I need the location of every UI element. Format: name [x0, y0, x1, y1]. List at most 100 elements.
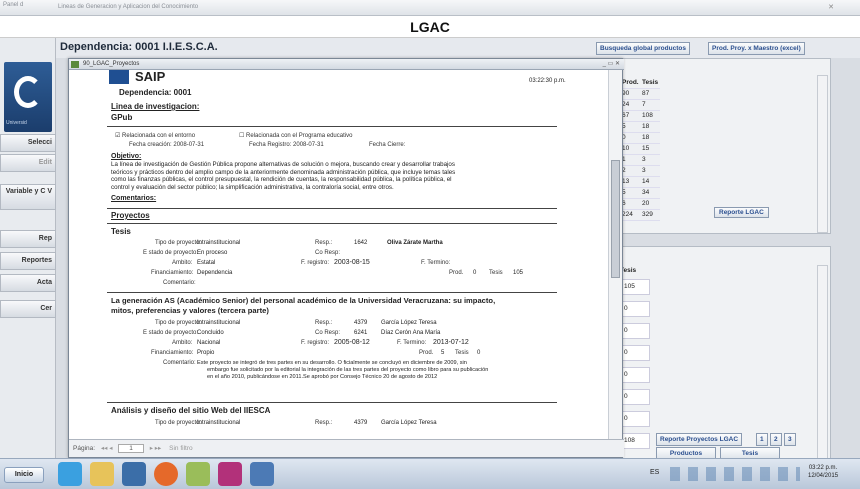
close-icon[interactable]: ✕ [828, 3, 834, 11]
tray-icons[interactable] [670, 467, 800, 481]
table-row[interactable]: 23 [620, 165, 660, 177]
nav-rep[interactable]: Rep [0, 230, 56, 248]
p2-prod: 5 [441, 350, 445, 356]
table-row[interactable]: 224 329 [620, 209, 660, 221]
nav-variables[interactable]: Variable y C V [0, 184, 56, 210]
taskbar: Inicio ES 03:22 p.m. 12/04/2015 [0, 458, 860, 489]
page-number-input[interactable]: 1 [118, 444, 144, 453]
tesis-value: 0 [620, 301, 650, 317]
report-nav-bar: Página: ◂◂ ◂ 1 ▸ ▸▸ Sin filtro [69, 439, 624, 457]
objetivo-line: teóricos y prácticos dentro del amplio c… [111, 168, 456, 176]
page-1-button[interactable]: 1 [756, 433, 768, 446]
chrome-icon[interactable] [154, 462, 178, 486]
table-row[interactable]: 13 [620, 154, 660, 166]
p1-tesis-label: Tesis [489, 270, 503, 276]
p2-tesis: 0 [477, 350, 481, 356]
p2-reg-label: F. registro: [301, 340, 330, 346]
nav-seleccion[interactable]: Selecci [0, 134, 56, 152]
nav-editar[interactable]: Edit [0, 154, 56, 172]
p2-title-line: mitos, preferencias y valores (tercera p… [111, 305, 269, 315]
table-cell: 90 [620, 88, 640, 100]
page-3-button[interactable]: 3 [784, 433, 796, 446]
table-row[interactable]: 10 15 [620, 143, 660, 155]
first-page-icon[interactable]: ◂◂ ◂ [101, 445, 113, 452]
p1-reg-label: F. registro: [301, 260, 330, 266]
p1-prod: 0 [473, 270, 477, 276]
chk-entorno: ☑ Relacionada con el entorno [115, 133, 196, 139]
p2-title-line: La generación AS (Académico Senior) del … [111, 296, 496, 305]
tesis-value: 0 [620, 389, 650, 405]
reporte-proyectos-button[interactable]: Reporte Proyectos LGAC [656, 433, 743, 446]
table-cell: 10 [620, 143, 640, 155]
network-icon[interactable] [186, 462, 210, 486]
window-icon[interactable] [250, 462, 274, 486]
table-row[interactable]: 0 18 [620, 132, 660, 144]
table-row[interactable]: 24 7 [620, 99, 660, 111]
report-scrollbar[interactable] [608, 70, 622, 441]
panel-tab[interactable]: Panel d [3, 2, 23, 8]
stats-scrollbar[interactable] [817, 75, 828, 233]
table-row[interactable]: 5 34 [620, 187, 660, 199]
tesis-value: 0 [620, 323, 650, 339]
report-window: 90_LGAC_Proyectos _ ▭ ✕ SAIP 03:22:30 p.m… [68, 58, 624, 458]
clock[interactable]: 03:22 p.m. 12/04/2015 [808, 464, 838, 480]
p1-term-label: F. Termino: [421, 260, 451, 266]
access-icon[interactable] [218, 462, 242, 486]
table-cell: 329 [640, 209, 660, 221]
page-2-button[interactable]: 2 [770, 433, 782, 446]
language-indicator[interactable]: ES [650, 469, 659, 476]
busqueda-global-button[interactable]: Busqueda global productos [596, 42, 690, 55]
nav-reportes[interactable]: Reportes [0, 252, 56, 270]
p2-resp-label: Resp.: [315, 320, 333, 326]
browser-icon[interactable] [58, 462, 82, 486]
chk-programa-label: Relacionada con el Programa educativo [246, 133, 353, 139]
scroll-thumb[interactable] [611, 160, 620, 278]
p2-com-line: Este proyecto se integró de tres partes … [197, 360, 467, 366]
filter-status[interactable]: Sin filtro [169, 445, 192, 452]
window-controls-icon[interactable]: _ ▭ ✕ [603, 59, 620, 70]
p1-estado: En proceso [197, 250, 228, 256]
clock-date: 12/04/2015 [808, 473, 839, 479]
table-row[interactable]: 5 18 [620, 121, 660, 133]
tesis-value: 0 [620, 411, 650, 427]
divider [107, 208, 557, 209]
folder-icon[interactable] [90, 462, 114, 486]
table-row[interactable]: 90 87 [620, 88, 660, 100]
p3-resp-num: 4379 [354, 420, 368, 426]
start-button[interactable]: Inicio [4, 467, 44, 483]
p1-title: Tesis [111, 227, 131, 236]
divider [107, 292, 557, 293]
table-cell: 3 [640, 165, 660, 177]
table-row[interactable]: 67 108 [620, 110, 660, 122]
table-cell: 67 [620, 110, 640, 122]
p1-resp-num: 1642 [354, 240, 368, 246]
left-nav: Universid Selecci Edit Variable y C V Re… [0, 38, 56, 458]
col-prod: Prod. [620, 77, 640, 89]
proyectos-scrollbar[interactable] [817, 265, 828, 459]
p2-tipo-label: Tipo de proyecto: [155, 320, 202, 326]
tesis-value: 108 [620, 433, 650, 449]
p2-resp-name: García López Teresa [381, 320, 437, 326]
table-row[interactable]: 6 20 [620, 198, 660, 210]
p1-resp-label: Resp.: [315, 240, 333, 246]
chk-programa: ☐ Relacionada con el Programa educativo [239, 133, 353, 139]
next-page-icon[interactable]: ▸ ▸▸ [150, 445, 162, 452]
p2-tipo: Intrainstitucional [197, 320, 241, 326]
p3-tipo-label: Tipo de proyecto: [155, 420, 202, 426]
nav-cer[interactable]: Cer [0, 300, 56, 318]
p1-com-label: Comentario: [163, 280, 196, 286]
table-cell: 34 [640, 187, 660, 199]
report-page: SAIP 03:22:30 p.m. Dependencia: 0001 Lin… [69, 70, 609, 441]
app-title: Lineas de Generacion y Aplicacion del Co… [58, 4, 199, 10]
objetivo-text: La línea de investigación de Gestión Púb… [111, 161, 455, 191]
reporte-lgac-button[interactable]: Reporte LGAC [714, 207, 769, 218]
prod-maestro-button[interactable]: Prod. Proy. x Maestro (excel) [708, 42, 805, 55]
p2-com-line: embargo fue solicitado por la editorial … [207, 367, 489, 373]
nav-acta[interactable]: Acta [0, 274, 56, 292]
media-icon[interactable] [122, 462, 146, 486]
linea-value: GPub [111, 113, 133, 122]
table-cell: 7 [640, 99, 660, 111]
table-row[interactable]: 13 14 [620, 176, 660, 188]
p3-resp-name: García López Teresa [381, 420, 437, 426]
table-cell: 0 [620, 132, 640, 144]
